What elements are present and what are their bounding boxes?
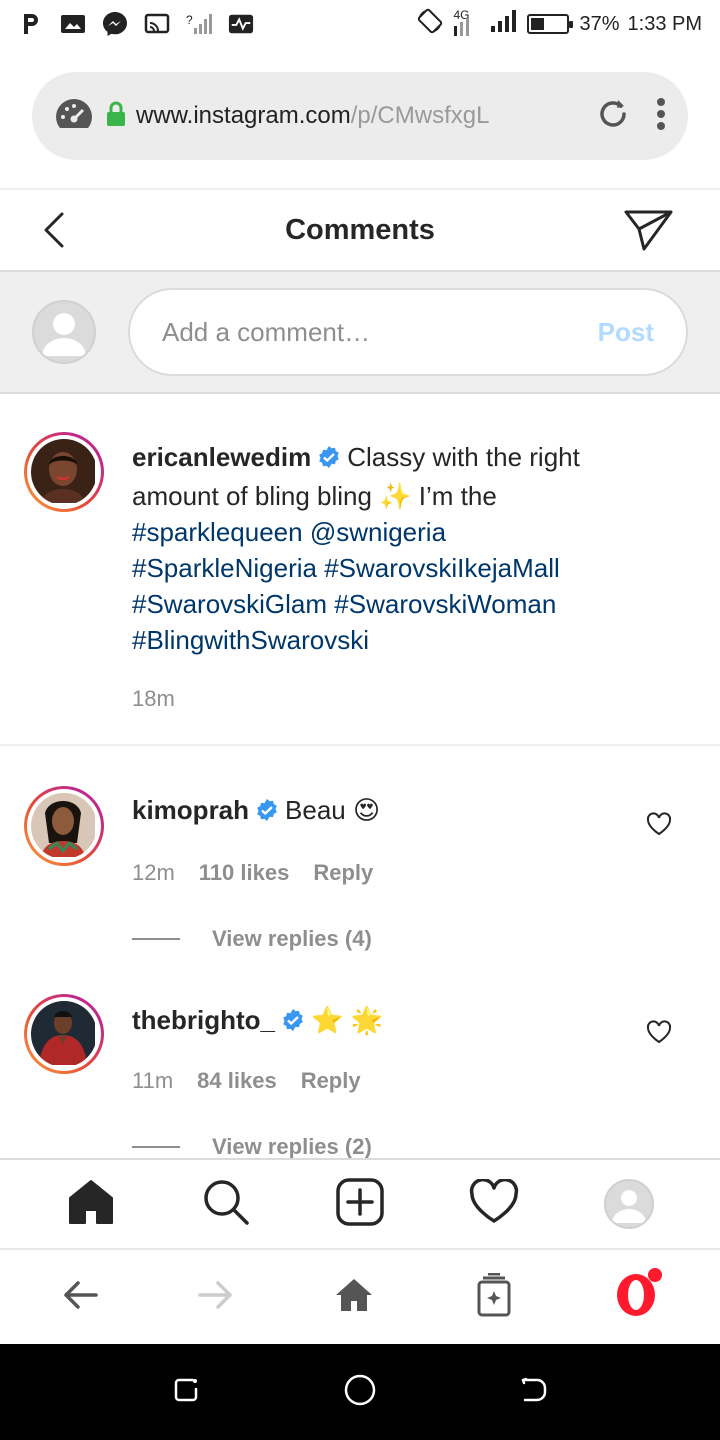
home-button-icon[interactable] bbox=[343, 1373, 377, 1412]
back-button-icon[interactable] bbox=[519, 1375, 549, 1410]
status-bar: ? 4G 37% 1:33 PM bbox=[0, 0, 720, 48]
list-item: kimoprah Beau 😍 12m 110 likes Reply View … bbox=[0, 748, 720, 958]
post-button[interactable]: Post bbox=[598, 317, 654, 348]
search-icon[interactable] bbox=[201, 1177, 251, 1232]
timestamp: 12m bbox=[132, 860, 175, 885]
home-icon[interactable] bbox=[66, 1177, 116, 1232]
comments-header: Comments bbox=[0, 188, 720, 272]
verified-badge-icon bbox=[317, 442, 341, 478]
view-replies-button[interactable]: View replies (4) bbox=[132, 926, 372, 952]
comment-text: thebrighto_ ⭐ 🌟 bbox=[132, 1002, 632, 1041]
speed-dial-icon[interactable] bbox=[54, 97, 94, 136]
like-heart-icon[interactable] bbox=[646, 812, 672, 841]
svg-text:?: ? bbox=[186, 13, 193, 27]
cast-icon bbox=[144, 13, 170, 35]
mention-link[interactable]: @swnigeria bbox=[310, 517, 446, 547]
list-item: thebrighto_ ⭐ 🌟 11m 84 likes Reply View r… bbox=[0, 958, 720, 1158]
opera-menu-icon[interactable] bbox=[614, 1267, 662, 1323]
add-comment-bar: Post bbox=[0, 272, 720, 394]
reply-button[interactable]: Reply bbox=[301, 1068, 361, 1094]
verified-badge-icon bbox=[255, 795, 279, 831]
reload-icon[interactable] bbox=[596, 97, 630, 136]
parking-app-icon bbox=[18, 13, 44, 35]
back-arrow-icon[interactable] bbox=[62, 1280, 98, 1315]
view-replies-button[interactable]: View replies (2) bbox=[132, 1134, 372, 1158]
direct-send-icon[interactable] bbox=[624, 208, 674, 257]
page-title: Comments bbox=[285, 213, 435, 246]
comment-text: kimoprah Beau 😍 bbox=[132, 792, 632, 831]
back-chevron-icon[interactable] bbox=[40, 210, 70, 255]
battery-percent: 37% bbox=[579, 12, 620, 35]
caption-comment: ericanlewedim Classy with the right amoun… bbox=[0, 396, 720, 746]
signal-icon bbox=[489, 8, 519, 40]
reply-button[interactable]: Reply bbox=[313, 860, 373, 886]
bottom-navigation bbox=[0, 1158, 720, 1248]
like-heart-icon[interactable] bbox=[646, 1020, 672, 1049]
hashtag-link[interactable]: #sparklequeen bbox=[132, 517, 303, 547]
likes-count[interactable]: 84 likes bbox=[197, 1068, 277, 1094]
comment-meta: 18m bbox=[132, 686, 175, 712]
verified-badge-icon bbox=[281, 1005, 305, 1041]
lock-icon bbox=[106, 101, 126, 132]
comment-meta: 11m 84 likes Reply bbox=[132, 1068, 361, 1094]
star-emoji: ⭐ 🌟 bbox=[311, 1005, 383, 1035]
address-bar[interactable]: www.instagram.com/p/CMwsfxgL bbox=[32, 72, 688, 160]
avatar[interactable] bbox=[24, 786, 104, 866]
profile-avatar[interactable] bbox=[603, 1179, 654, 1229]
messenger-icon bbox=[102, 12, 128, 36]
comment-meta: 12m 110 likes Reply bbox=[132, 860, 373, 886]
recent-apps-icon[interactable] bbox=[171, 1375, 201, 1410]
activity-heart-icon[interactable] bbox=[469, 1177, 519, 1230]
divider bbox=[132, 938, 180, 940]
clock: 1:33 PM bbox=[627, 12, 702, 35]
avatar[interactable] bbox=[24, 994, 104, 1074]
username[interactable]: ericanlewedim bbox=[132, 442, 311, 472]
hashtag-link[interactable]: #BlingwithSwarovski bbox=[132, 625, 369, 655]
image-icon bbox=[60, 13, 86, 35]
battery-icon bbox=[527, 14, 574, 34]
heart-eyes-emoji: 😍 bbox=[353, 795, 381, 825]
likes-count[interactable]: 110 likes bbox=[199, 860, 290, 886]
hashtag-link[interactable]: #SwarovskiGlam bbox=[132, 589, 327, 619]
timestamp: 18m bbox=[132, 686, 175, 711]
no-signal-icon: ? bbox=[186, 13, 212, 35]
tabs-icon[interactable] bbox=[474, 1272, 514, 1322]
username[interactable]: kimoprah bbox=[132, 795, 249, 825]
more-menu-icon[interactable] bbox=[656, 97, 666, 136]
browser-toolbar: www.instagram.com/p/CMwsfxgL bbox=[0, 48, 720, 186]
hashtag-link[interactable]: #SwarovskiIkejaMall bbox=[324, 553, 560, 583]
avatar[interactable] bbox=[24, 432, 104, 512]
sparkles-emoji: ✨ bbox=[379, 481, 412, 511]
activity-icon bbox=[228, 13, 254, 35]
comment-input[interactable] bbox=[162, 316, 598, 348]
forward-arrow-icon[interactable] bbox=[198, 1280, 234, 1315]
system-navigation-bar bbox=[0, 1344, 720, 1440]
network-4g-icon: 4G bbox=[451, 8, 481, 38]
url-text[interactable]: www.instagram.com/p/CMwsfxgL bbox=[136, 102, 536, 130]
caption-text: ericanlewedim Classy with the right amoun… bbox=[132, 442, 580, 655]
hashtag-link[interactable]: #SwarovskiWoman bbox=[334, 589, 556, 619]
timestamp: 11m bbox=[132, 1068, 174, 1093]
url-domain: www.instagram.com bbox=[136, 102, 351, 129]
comment-input-wrapper: Post bbox=[128, 288, 688, 376]
url-path: /p/CMwsfxgL bbox=[350, 102, 490, 129]
screen-rotation-icon bbox=[417, 8, 443, 40]
username[interactable]: thebrighto_ bbox=[132, 1005, 275, 1035]
browser-bottom-bar bbox=[0, 1248, 720, 1344]
avatar bbox=[32, 300, 96, 364]
divider bbox=[132, 1146, 180, 1148]
home-icon[interactable] bbox=[334, 1277, 374, 1318]
hashtag-link[interactable]: #SparkleNigeria bbox=[132, 553, 317, 583]
new-post-icon[interactable] bbox=[335, 1177, 385, 1232]
